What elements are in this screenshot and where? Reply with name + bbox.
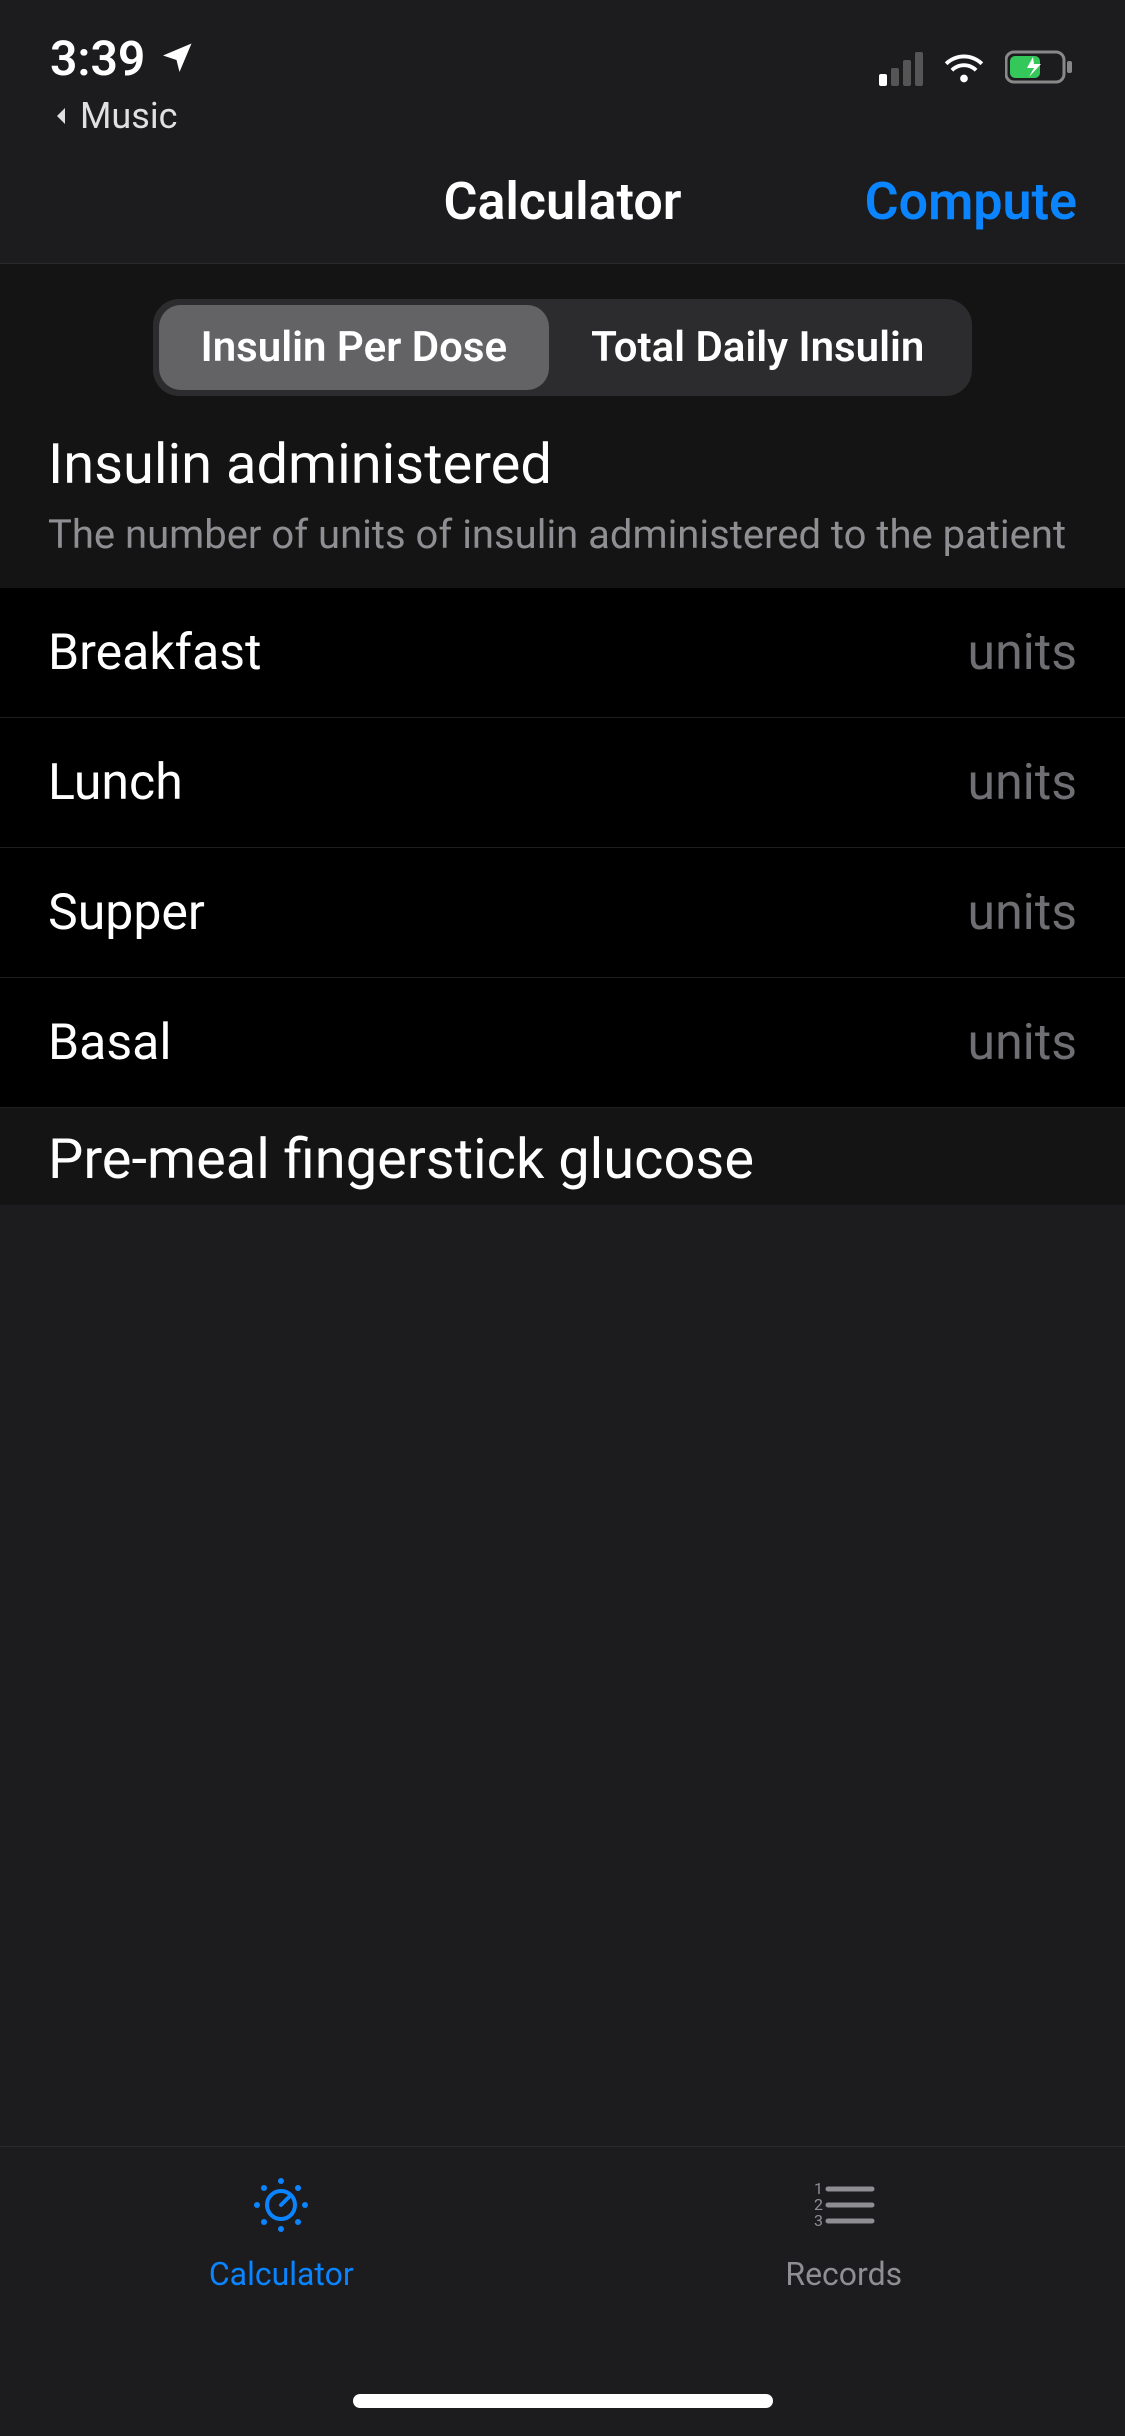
wifi-icon [941, 44, 987, 94]
tab-calculator[interactable]: Calculator [0, 2147, 563, 2366]
tab-label: Records [785, 2255, 902, 2293]
section-insulin-subtitle: The number of units of insulin administe… [48, 511, 1077, 558]
row-label: Basal [48, 1014, 172, 1072]
supper-input[interactable] [777, 884, 1077, 942]
svg-text:3: 3 [814, 2211, 823, 2230]
battery-charging-icon [1005, 49, 1075, 89]
segment-insulin-per-dose[interactable]: Insulin Per Dose [159, 305, 549, 390]
back-to-app-button[interactable]: Music [50, 95, 196, 137]
mode-segment: Insulin Per Dose Total Daily Insulin [153, 299, 973, 396]
status-bar: 3:39 Music [0, 0, 1125, 140]
row-label: Breakfast [48, 624, 261, 682]
row-breakfast: Breakfast [0, 588, 1125, 718]
location-icon [160, 39, 196, 79]
section-glucose-title: Pre-meal fingerstick glucose [48, 1126, 1077, 1192]
segment-container: Insulin Per Dose Total Daily Insulin [0, 264, 1125, 431]
nav-bar: Calculator Compute [0, 140, 1125, 264]
row-supper: Supper [0, 848, 1125, 978]
back-app-label: Music [80, 95, 177, 137]
row-lunch: Lunch [0, 718, 1125, 848]
cellular-signal-icon [879, 52, 923, 86]
segment-total-daily-insulin[interactable]: Total Daily Insulin [549, 305, 966, 390]
section-insulin-title: Insulin administered [48, 431, 1077, 497]
compute-button[interactable]: Compute [865, 171, 1077, 232]
home-indicator[interactable] [353, 2394, 773, 2408]
section-glucose-header: Pre-meal fingerstick glucose The glucose… [0, 1108, 1125, 1205]
breakfast-input[interactable] [777, 624, 1077, 682]
home-indicator-area [0, 2366, 1125, 2436]
page-title: Calculator [444, 171, 682, 232]
status-time: 3:39 [50, 30, 145, 87]
records-icon: 1 2 3 [806, 2169, 882, 2241]
tab-records[interactable]: 1 2 3 Records [563, 2147, 1125, 2366]
lunch-input[interactable] [777, 754, 1077, 812]
row-label: Lunch [48, 754, 183, 812]
tab-label: Calculator [209, 2255, 354, 2293]
tab-bar: Calculator 1 2 3 Records [0, 2146, 1125, 2366]
row-label: Supper [48, 884, 205, 942]
basal-insulin-input[interactable] [777, 1014, 1077, 1072]
empty-space [0, 1205, 1125, 2146]
section-insulin-header: Insulin administered The number of units… [0, 431, 1125, 588]
calculator-icon [243, 2169, 319, 2241]
row-basal-insulin: Basal [0, 978, 1125, 1108]
